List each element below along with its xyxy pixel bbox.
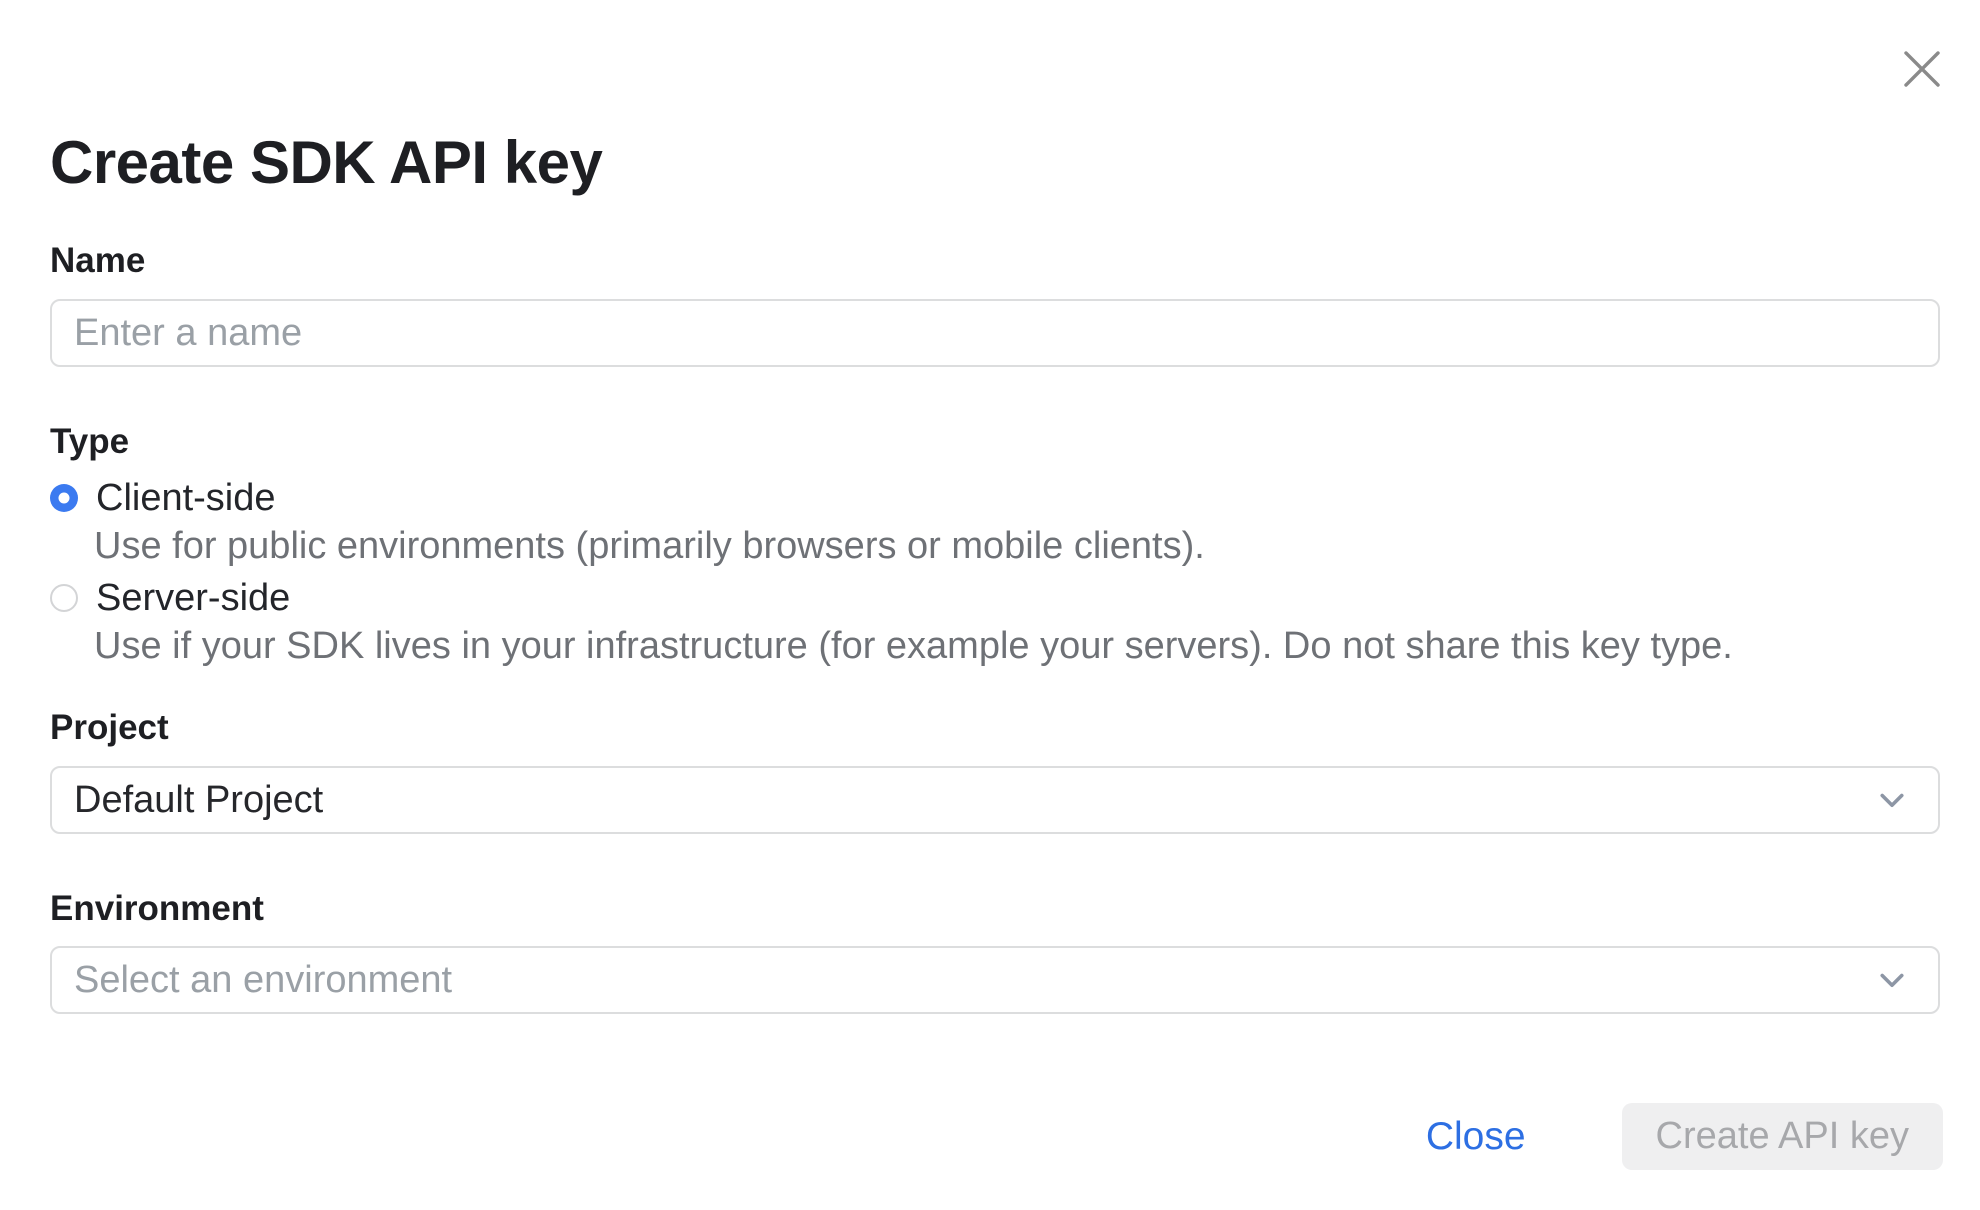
client-side-label: Client-side [96,479,276,517]
server-side-label: Server-side [96,579,290,617]
radio-selected-icon[interactable] [50,484,78,512]
create-api-key-button[interactable]: Create API key [1622,1103,1943,1170]
project-select-value: Default Project [74,779,323,822]
radio-unselected-icon[interactable] [50,584,78,612]
environment-select[interactable]: Select an environment [50,946,1940,1014]
client-side-description: Use for public environments (primarily b… [94,524,1205,570]
project-label: Project [50,707,169,749]
server-side-description: Use if your SDK lives in your infrastruc… [94,624,1733,670]
radio-option-client-side[interactable]: Client-side [50,475,276,521]
project-select[interactable]: Default Project [50,766,1940,834]
dialog-title: Create SDK API key [50,128,602,197]
environment-select-placeholder: Select an environment [74,959,452,1002]
chevron-down-icon [1874,782,1910,818]
close-button[interactable]: Close [1426,1115,1526,1159]
environment-label: Environment [50,888,264,930]
name-label: Name [50,240,145,282]
dialog-footer: Close Create API key [1426,1103,1943,1170]
create-sdk-api-key-dialog: Create SDK API key Name Type Client-side… [0,0,1980,1210]
x-close-icon [1902,49,1942,89]
chevron-down-icon [1874,962,1910,998]
type-label: Type [50,421,129,463]
name-input[interactable] [50,299,1940,367]
dialog-close-button[interactable] [1893,40,1951,98]
radio-option-server-side[interactable]: Server-side [50,575,290,621]
